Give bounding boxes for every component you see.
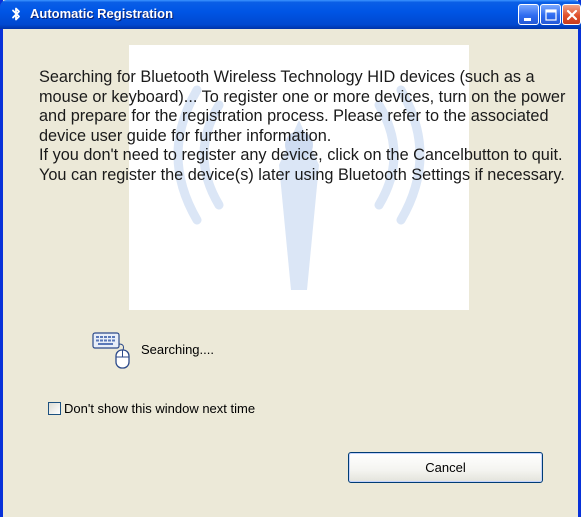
maximize-button[interactable]	[540, 4, 561, 25]
cancel-button[interactable]: Cancel	[348, 452, 543, 483]
dont-show-label[interactable]: Don't show this window next time	[64, 401, 255, 416]
dont-show-checkbox[interactable]	[48, 402, 61, 415]
instructions-paragraph-1: Searching for Bluetooth Wireless Technol…	[39, 68, 566, 145]
close-button[interactable]	[562, 4, 581, 25]
keyboard-mouse-icon	[92, 332, 130, 369]
minimize-icon	[524, 18, 531, 21]
maximize-icon	[545, 9, 557, 21]
bluetooth-icon	[12, 7, 20, 21]
searching-status: Searching....	[141, 342, 214, 357]
minimize-button[interactable]	[518, 4, 539, 25]
title-bar[interactable]: Automatic Registration	[0, 0, 581, 29]
instructions-paragraph-2: If you don't need to register any device…	[39, 146, 565, 184]
window-title: Automatic Registration	[30, 6, 174, 21]
automatic-registration-window: Automatic Registration Searching for Blu…	[0, 0, 581, 517]
close-icon	[566, 9, 578, 21]
instructions-text: Searching for Bluetooth Wireless Technol…	[39, 68, 579, 185]
